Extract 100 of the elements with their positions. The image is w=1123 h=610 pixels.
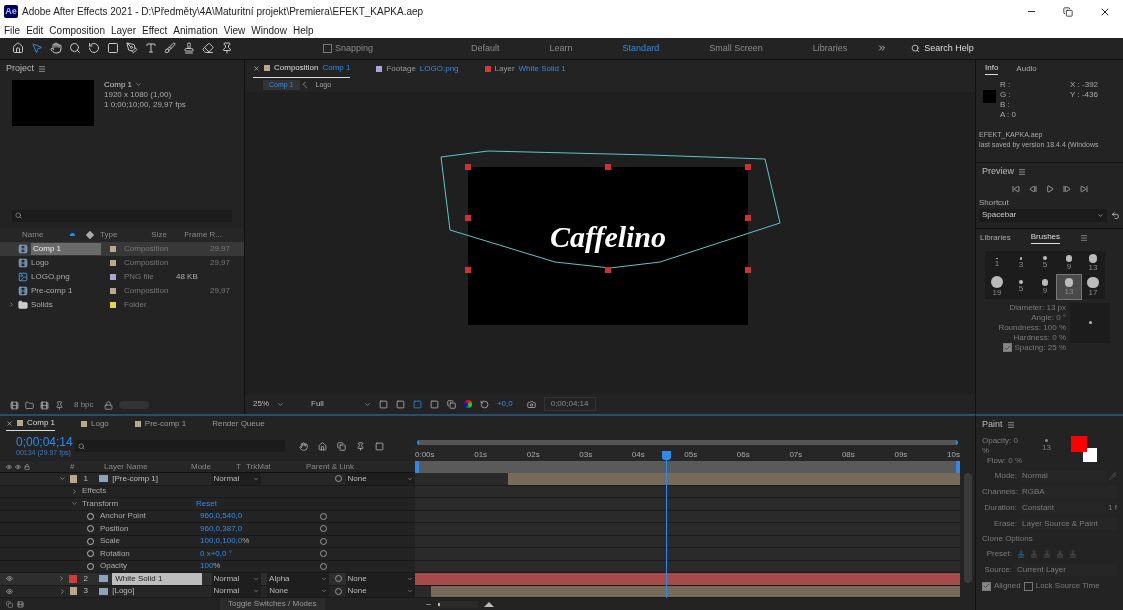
current-timecode[interactable]: 0;00;04;14 <box>16 435 71 449</box>
property-value[interactable]: 960,0,387,0 <box>200 522 320 535</box>
project-item[interactable]: Solids Folder <box>0 297 244 312</box>
visibility-icon[interactable] <box>6 575 13 583</box>
reset-icon[interactable] <box>1111 210 1120 220</box>
layer-name[interactable]: [Pre-comp 1] <box>112 472 202 485</box>
playhead[interactable] <box>661 451 671 460</box>
brush-preset[interactable]: 13 <box>1081 250 1105 275</box>
collapse-icon[interactable] <box>71 500 78 508</box>
pin-icon[interactable] <box>221 42 233 55</box>
rotate-icon[interactable] <box>88 42 100 55</box>
workspace-tab[interactable]: Small Screen <box>709 41 763 56</box>
panel-menu-icon[interactable] <box>38 64 46 73</box>
pointer-icon[interactable] <box>31 42 43 55</box>
panel-tab[interactable]: Brushes <box>1030 231 1061 245</box>
track-matte-dropdown[interactable]: None <box>267 585 329 598</box>
layer-name[interactable]: [Logo] <box>112 585 202 598</box>
panel-menu-icon[interactable] <box>1006 421 1015 429</box>
brush-preset[interactable]: 9 <box>1033 274 1057 299</box>
brush-preset[interactable]: 19 <box>985 274 1009 299</box>
previous-frame-icon[interactable] <box>1028 184 1037 193</box>
layer-row[interactable]: 1 [Pre-comp 1] Normal None <box>0 473 415 486</box>
clone-preset-icon[interactable] <box>1017 550 1025 558</box>
reset-exposure-icon[interactable] <box>479 399 489 409</box>
eraser-icon[interactable] <box>202 42 214 55</box>
menu-item[interactable]: Layer <box>110 23 136 39</box>
panel-menu-icon[interactable] <box>1018 167 1026 176</box>
type-icon[interactable] <box>145 42 157 55</box>
layer-handle[interactable] <box>745 266 751 273</box>
reset-link[interactable]: Reset <box>196 497 217 510</box>
property-value[interactable]: 100,0,100,0% <box>200 535 320 548</box>
project-item[interactable]: Pre-comp 1 Composition 29,97 <box>0 283 244 298</box>
timeline-tab[interactable]: Comp 1 <box>6 416 55 431</box>
layer-handle[interactable] <box>465 214 471 221</box>
rectangle-icon[interactable] <box>107 42 119 55</box>
mask-visibility-icon[interactable] <box>412 399 422 409</box>
snapshot-icon[interactable] <box>526 399 536 409</box>
layer-row[interactable]: 3 [Logo] Normal None None <box>0 585 415 598</box>
next-frame-icon[interactable] <box>1062 184 1071 193</box>
mode-dropdown[interactable]: Normal <box>211 585 262 598</box>
menu-item[interactable]: Edit <box>26 23 44 39</box>
layer-handle[interactable] <box>465 266 471 273</box>
workspace-tab[interactable]: Libraries <box>812 41 848 56</box>
property-value[interactable]: 960,0,540,0 <box>200 510 320 523</box>
brush-preset[interactable]: 3 <box>1009 250 1033 275</box>
spacing-checkbox[interactable] <box>1003 343 1013 353</box>
collapse-icon[interactable] <box>58 475 66 483</box>
expand-icon[interactable] <box>8 301 15 309</box>
expand-icon[interactable] <box>71 487 78 495</box>
property-value[interactable]: 0 x+0,0 ° <box>200 547 320 560</box>
visibility-icon[interactable] <box>6 587 13 595</box>
zoom-icon[interactable] <box>69 42 81 55</box>
brush-preset[interactable]: 1 <box>985 250 1009 275</box>
dropdown-icon[interactable] <box>135 81 142 89</box>
zoom-in-icon[interactable] <box>484 601 494 607</box>
panel-menu-icon[interactable] <box>1080 233 1089 242</box>
restore-icon[interactable] <box>1063 6 1073 17</box>
menu-item[interactable]: Window <box>251 23 287 39</box>
layer-search-field[interactable] <box>75 440 285 452</box>
property-value[interactable]: 100% <box>200 560 320 573</box>
comp-flowchart-icon[interactable] <box>6 600 13 608</box>
stamp-icon[interactable] <box>183 42 195 55</box>
property-group[interactable]: Effects <box>82 485 196 498</box>
layer-handle[interactable] <box>605 163 611 170</box>
render-time-icon[interactable] <box>17 600 24 608</box>
workspace-tab[interactable]: Default <box>471 41 500 56</box>
bit-depth-button[interactable]: 8 bpc <box>70 399 98 411</box>
project-item[interactable]: LOGO.png PNG file 48 KB <box>0 269 244 284</box>
viewer-tab[interactable]: Composition Comp 1 <box>253 59 351 78</box>
channels-icon[interactable] <box>463 400 472 408</box>
resolution-dropdown[interactable]: Full <box>311 398 371 410</box>
lock-source-time-checkbox[interactable] <box>1023 581 1033 591</box>
new-composition-icon[interactable] <box>40 400 49 410</box>
close-tab-icon[interactable] <box>6 419 13 427</box>
menu-item[interactable]: Effect <box>141 23 168 39</box>
panel-tab[interactable]: Audio <box>1016 62 1037 75</box>
panel-tab[interactable]: Libraries <box>980 231 1011 244</box>
interpret-footage-icon[interactable] <box>10 400 19 410</box>
play-icon[interactable] <box>1045 184 1054 193</box>
foreground-color-swatch[interactable] <box>1070 436 1087 452</box>
brush-preset[interactable]: 5 <box>1033 250 1057 275</box>
menu-item[interactable]: File <box>4 23 21 39</box>
switches-icon[interactable] <box>375 441 384 451</box>
timeline-tab[interactable]: Pre-comp 1 <box>134 416 187 431</box>
workspace-tab[interactable]: Learn <box>549 41 573 56</box>
viewer-tab[interactable]: Footage LOGO.png <box>376 59 459 78</box>
project-item[interactable]: Logo Composition 29,97 <box>0 255 244 270</box>
menu-item[interactable]: Animation <box>173 23 218 39</box>
region-icon[interactable] <box>378 399 388 409</box>
toggle-switches-modes-button[interactable]: Toggle Switches / Modes <box>220 598 325 610</box>
brush-icon[interactable] <box>164 42 176 55</box>
workspace-tab[interactable]: Standard <box>622 41 660 56</box>
menu-item[interactable]: Help <box>292 23 314 39</box>
viewer-tab[interactable]: Layer White Solid 1 <box>484 59 566 78</box>
layer-row[interactable]: 2 White Solid 1 Normal Alpha None <box>0 573 415 586</box>
views-icon[interactable] <box>446 399 456 409</box>
timeline-tab[interactable]: Logo <box>81 416 109 431</box>
more-workspaces-icon[interactable] <box>877 43 888 54</box>
transparency-grid-icon[interactable] <box>395 399 405 409</box>
layer-handle[interactable] <box>745 163 751 170</box>
